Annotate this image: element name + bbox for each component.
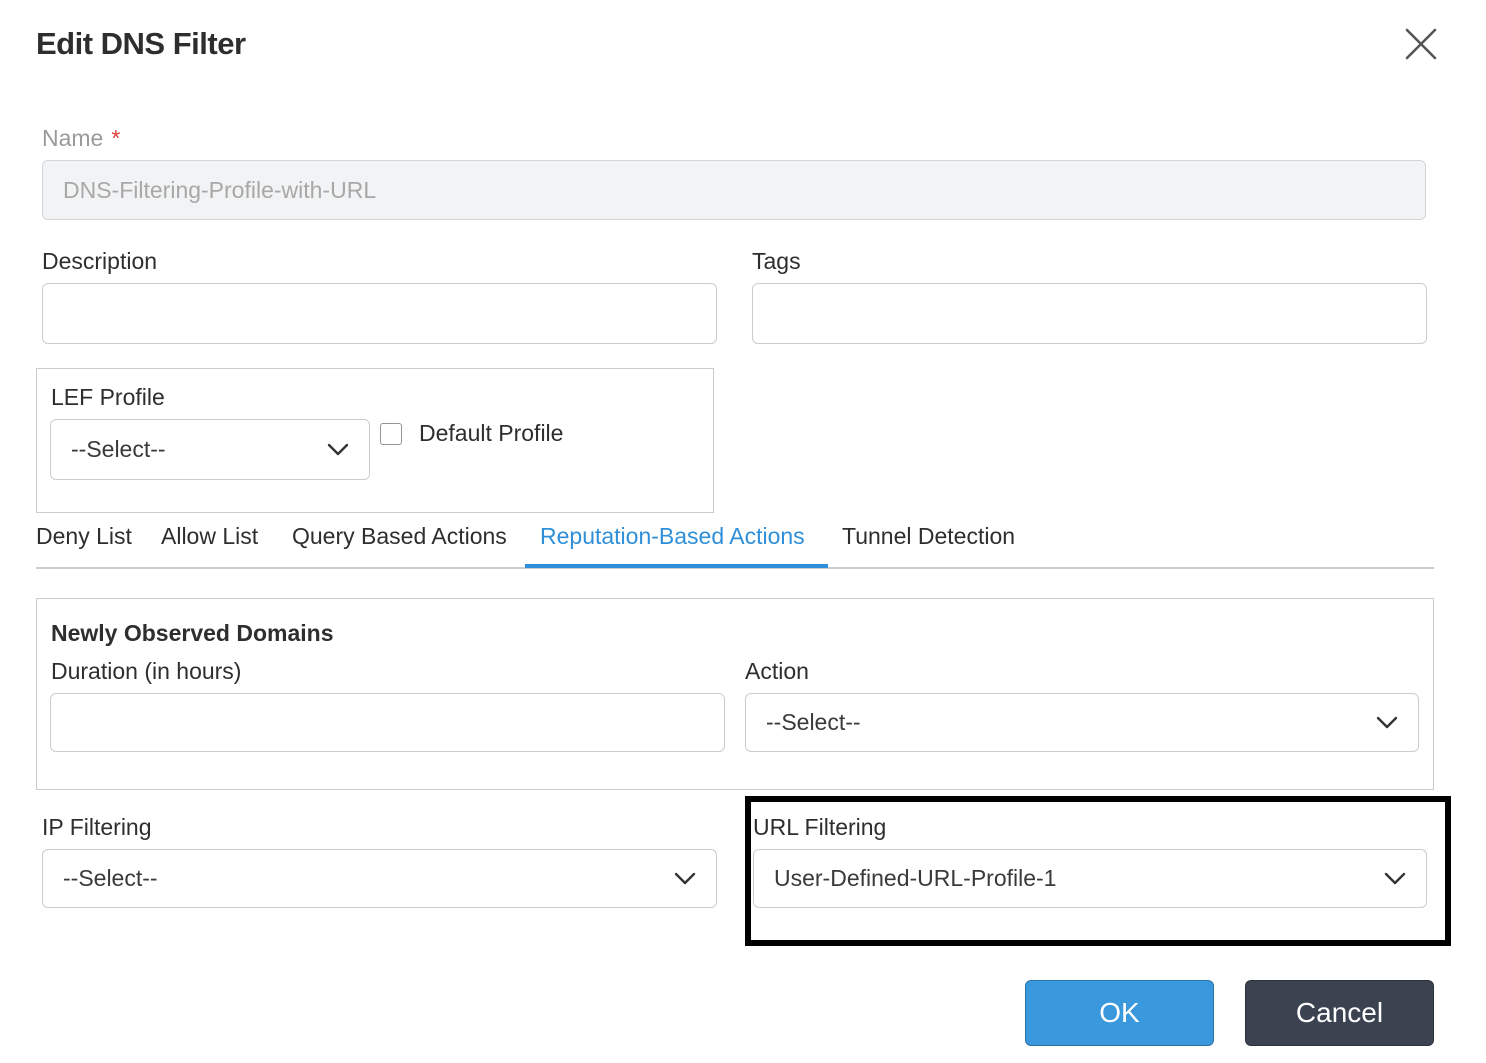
name-input (42, 160, 1426, 220)
chevron-down-icon (1376, 716, 1398, 728)
name-label: Name * (42, 125, 120, 152)
url-filtering-select[interactable]: User-Defined-URL-Profile-1 (753, 849, 1427, 908)
chevron-down-icon (674, 872, 696, 884)
tab-reputation-based-actions[interactable]: Reputation-Based Actions (540, 523, 805, 550)
tags-label: Tags (752, 248, 801, 274)
cancel-button[interactable]: Cancel (1245, 980, 1434, 1046)
lef-profile-selected: --Select-- (71, 436, 166, 462)
lef-profile-label: LEF Profile (51, 384, 165, 410)
dialog-title: Edit DNS Filter (36, 26, 246, 61)
action-label: Action (745, 658, 809, 684)
default-profile-checkbox[interactable] (380, 423, 402, 445)
default-profile-label: Default Profile (419, 420, 564, 446)
ip-filtering-label: IP Filtering (42, 814, 152, 840)
tags-input[interactable] (752, 283, 1427, 344)
duration-input[interactable] (50, 693, 725, 752)
ip-filtering-select[interactable]: --Select-- (42, 849, 717, 908)
action-selected: --Select-- (766, 709, 861, 735)
close-icon[interactable] (1404, 27, 1438, 61)
chevron-down-icon (327, 443, 349, 455)
url-filtering-selected: User-Defined-URL-Profile-1 (774, 865, 1057, 891)
required-marker: * (111, 125, 121, 151)
duration-label: Duration (in hours) (51, 658, 242, 684)
tab-allow-list[interactable]: Allow List (161, 523, 258, 550)
description-label: Description (42, 248, 158, 274)
name-label-text: Name (42, 125, 104, 151)
url-filtering-label: URL Filtering (753, 814, 887, 840)
newly-observed-domains-heading: Newly Observed Domains (51, 620, 334, 646)
description-input[interactable] (42, 283, 717, 344)
tab-tunnel-detection[interactable]: Tunnel Detection (842, 523, 1015, 550)
chevron-down-icon (1384, 872, 1406, 884)
tab-query-based-actions[interactable]: Query Based Actions (292, 523, 507, 550)
action-select[interactable]: --Select-- (745, 693, 1419, 752)
lef-profile-select[interactable]: --Select-- (50, 419, 370, 480)
ok-button[interactable]: OK (1025, 980, 1214, 1046)
tab-deny-list[interactable]: Deny List (36, 523, 132, 550)
ip-filtering-selected: --Select-- (63, 865, 158, 891)
active-tab-indicator (525, 564, 828, 568)
